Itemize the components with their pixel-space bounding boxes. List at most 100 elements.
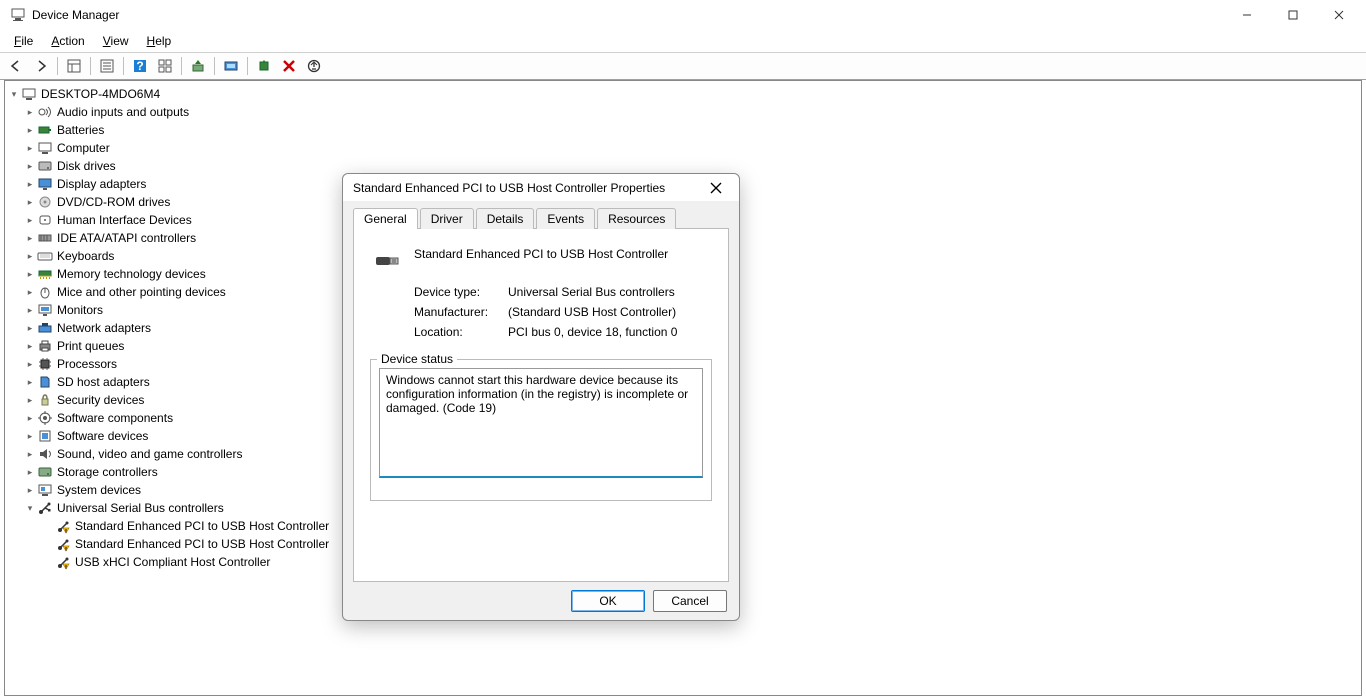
- tree-node-label: Security devices: [57, 393, 144, 407]
- display-icon: [37, 176, 53, 192]
- device-type-label: Device type:: [414, 285, 508, 299]
- tree-node-label: Keyboards: [57, 249, 114, 263]
- chevron-right-icon[interactable]: ▸: [23, 267, 37, 281]
- menu-action[interactable]: Action: [43, 32, 92, 50]
- memory-icon: [37, 266, 53, 282]
- cpu-icon: [37, 356, 53, 372]
- tree-node-label: SD host adapters: [57, 375, 150, 389]
- tree-root[interactable]: ▾ DESKTOP-4MDO6M4: [7, 85, 1359, 103]
- tree-node-label: Sound, video and game controllers: [57, 447, 242, 461]
- dialog-button-row: OK Cancel: [343, 582, 739, 620]
- chevron-right-icon[interactable]: ▸: [23, 141, 37, 155]
- tab-general[interactable]: General: [353, 208, 418, 229]
- chevron-right-icon[interactable]: ▸: [23, 213, 37, 227]
- chevron-right-icon[interactable]: ▸: [23, 249, 37, 263]
- spacer: [41, 555, 55, 569]
- chevron-right-icon[interactable]: ▸: [23, 123, 37, 137]
- tab-strip: General Driver Details Events Resources: [353, 208, 729, 229]
- chevron-right-icon[interactable]: ▸: [23, 465, 37, 479]
- disable-device-button[interactable]: [302, 55, 326, 77]
- tree-node-label: DVD/CD-ROM drives: [57, 195, 170, 209]
- chevron-right-icon[interactable]: ▸: [23, 195, 37, 209]
- swcomp-icon: [37, 410, 53, 426]
- dialog-close-button[interactable]: [703, 175, 729, 201]
- tree-node-label: Network adapters: [57, 321, 151, 335]
- tree-node-label: Memory technology devices: [57, 267, 206, 281]
- properties-button[interactable]: [95, 55, 119, 77]
- svg-text:?: ?: [136, 59, 143, 73]
- tree-node-label: Software components: [57, 411, 173, 425]
- toolbar-separator: [57, 57, 58, 75]
- tree-node-label: Display adapters: [57, 177, 146, 191]
- menu-view[interactable]: View: [95, 32, 137, 50]
- chevron-down-icon[interactable]: ▾: [7, 87, 21, 101]
- app-icon: [10, 7, 26, 23]
- enable-device-button[interactable]: [252, 55, 276, 77]
- title-bar: Device Manager: [0, 0, 1366, 30]
- tree-node-label: Standard Enhanced PCI to USB Host Contro…: [75, 519, 329, 533]
- menu-file[interactable]: File: [6, 32, 41, 50]
- tab-driver[interactable]: Driver: [420, 208, 474, 229]
- chevron-right-icon[interactable]: ▸: [23, 159, 37, 173]
- cancel-button[interactable]: Cancel: [653, 590, 727, 612]
- tree-node-label: Mice and other pointing devices: [57, 285, 226, 299]
- tree-node-label: DESKTOP-4MDO6M4: [41, 87, 160, 101]
- device-status-text[interactable]: [379, 368, 703, 478]
- chevron-right-icon[interactable]: ▸: [23, 339, 37, 353]
- menu-bar: File Action View Help: [0, 30, 1366, 52]
- chevron-right-icon[interactable]: ▸: [23, 231, 37, 245]
- chevron-right-icon[interactable]: ▸: [23, 303, 37, 317]
- back-button[interactable]: [4, 55, 28, 77]
- window-controls: [1224, 0, 1362, 30]
- update-driver-button[interactable]: [186, 55, 210, 77]
- tree-node-label: Processors: [57, 357, 117, 371]
- chevron-right-icon[interactable]: ▸: [23, 375, 37, 389]
- menu-help[interactable]: Help: [139, 32, 180, 50]
- window-title: Device Manager: [32, 8, 1224, 22]
- tree-node[interactable]: ▸Audio inputs and outputs: [7, 103, 1359, 121]
- scan-hardware-button[interactable]: [219, 55, 243, 77]
- device-status-group: Device status: [370, 359, 712, 501]
- tab-resources[interactable]: Resources: [597, 208, 676, 229]
- system-icon: [37, 482, 53, 498]
- tree-node[interactable]: ▸Computer: [7, 139, 1359, 157]
- tree-node-label: Print queues: [57, 339, 124, 353]
- chevron-right-icon[interactable]: ▸: [23, 411, 37, 425]
- chevron-down-icon[interactable]: ▾: [23, 501, 37, 515]
- minimize-button[interactable]: [1224, 0, 1270, 30]
- forward-button[interactable]: [29, 55, 53, 77]
- chevron-right-icon[interactable]: ▸: [23, 483, 37, 497]
- computer-icon: [37, 140, 53, 156]
- close-button[interactable]: [1316, 0, 1362, 30]
- chevron-right-icon[interactable]: ▸: [23, 321, 37, 335]
- toolbar-separator: [214, 57, 215, 75]
- dialog-body: General Driver Details Events Resources …: [343, 201, 739, 582]
- network-icon: [37, 320, 53, 336]
- chevron-right-icon[interactable]: ▸: [23, 447, 37, 461]
- chevron-right-icon[interactable]: ▸: [23, 177, 37, 191]
- tree-node-label: Software devices: [57, 429, 148, 443]
- toolbar-separator: [90, 57, 91, 75]
- tree-node-label: System devices: [57, 483, 141, 497]
- keyboard-icon: [37, 248, 53, 264]
- tab-events[interactable]: Events: [536, 208, 595, 229]
- computer-icon: [21, 86, 37, 102]
- show-hide-tree-button[interactable]: [62, 55, 86, 77]
- toolbar-separator: [181, 57, 182, 75]
- tree-node-label: Universal Serial Bus controllers: [57, 501, 224, 515]
- dialog-titlebar[interactable]: Standard Enhanced PCI to USB Host Contro…: [343, 174, 739, 201]
- tree-node[interactable]: ▸Batteries: [7, 121, 1359, 139]
- device-type-value: Universal Serial Bus controllers: [508, 285, 675, 299]
- maximize-button[interactable]: [1270, 0, 1316, 30]
- grid-view-button[interactable]: [153, 55, 177, 77]
- chevron-right-icon[interactable]: ▸: [23, 105, 37, 119]
- chevron-right-icon[interactable]: ▸: [23, 285, 37, 299]
- chevron-right-icon[interactable]: ▸: [23, 357, 37, 371]
- chevron-right-icon[interactable]: ▸: [23, 393, 37, 407]
- uninstall-device-button[interactable]: [277, 55, 301, 77]
- tab-details[interactable]: Details: [476, 208, 535, 229]
- chevron-right-icon[interactable]: ▸: [23, 429, 37, 443]
- help-button[interactable]: ?: [128, 55, 152, 77]
- storage-icon: [37, 464, 53, 480]
- ok-button[interactable]: OK: [571, 590, 645, 612]
